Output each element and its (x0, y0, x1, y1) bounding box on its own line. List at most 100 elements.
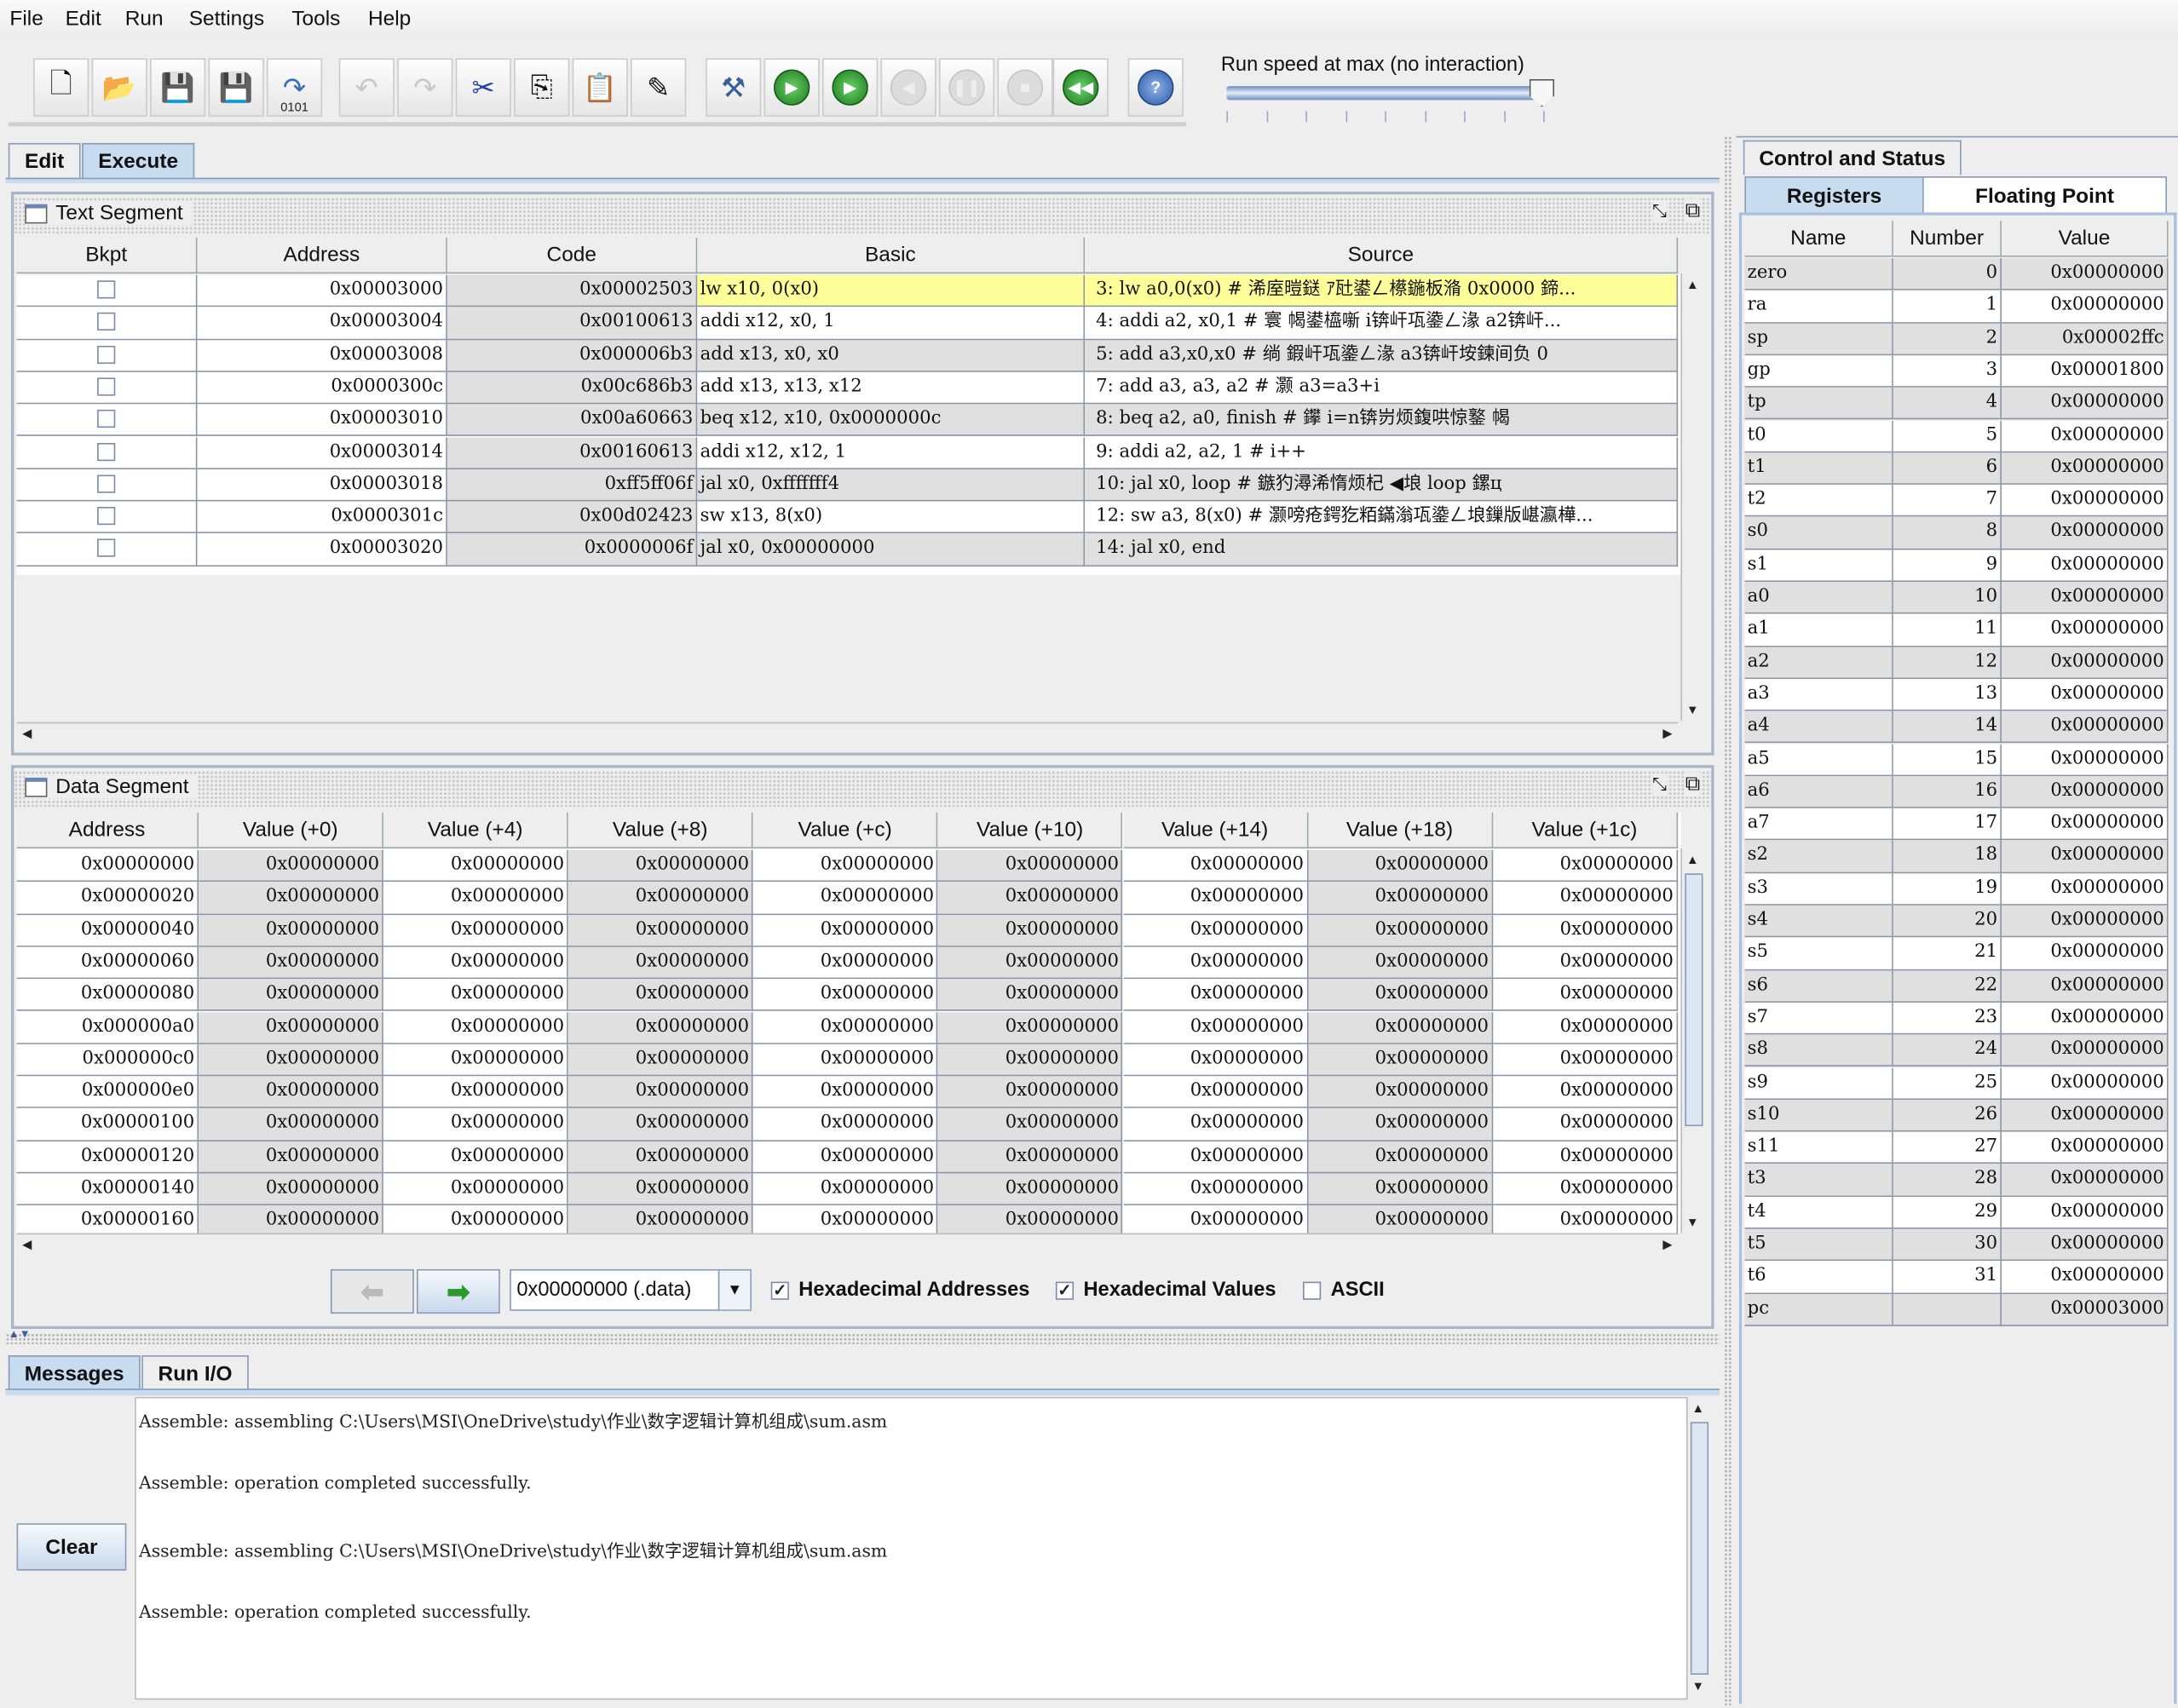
slider-thumb[interactable] (1529, 78, 1555, 107)
scroll-right-icon[interactable]: ▶ (1662, 1237, 1672, 1252)
value-cell[interactable]: 0x00000000 (383, 1076, 569, 1109)
value-cell[interactable]: 0x00000000 (752, 849, 938, 883)
register-value[interactable]: 0x00000000 (2001, 582, 2169, 614)
value-cell[interactable]: 0x00000000 (1492, 1076, 1678, 1109)
value-cell[interactable]: 0x00000000 (752, 979, 938, 1012)
value-cell[interactable]: 0x00000000 (752, 946, 938, 980)
value-cell[interactable]: 0x00000000 (568, 882, 753, 915)
value-cell[interactable]: 0x00000000 (1492, 1044, 1678, 1077)
value-cell[interactable]: 0x00000000 (1122, 1076, 1308, 1109)
value-cell[interactable]: 0x00000000 (383, 1011, 569, 1044)
table-row[interactable]: 0x0000301c 0x00d02423 sw x13, 8(x0) 12: sw … (16, 501, 1679, 534)
scroll-left-icon[interactable]: ◀ (22, 1237, 32, 1252)
value-cell[interactable]: 0x00000000 (937, 979, 1123, 1012)
scroll-down-icon[interactable]: ▼ (1686, 703, 1699, 716)
value-cell[interactable]: 0x00000000 (1307, 849, 1493, 883)
value-cell[interactable]: 0x00000000 (752, 1076, 938, 1109)
value-cell[interactable]: 0x00000000 (937, 914, 1123, 947)
value-cell[interactable]: 0x00000000 (752, 1205, 938, 1234)
value-cell[interactable]: 0x00000000 (937, 882, 1123, 915)
register-value[interactable]: 0x00000000 (2001, 452, 2169, 486)
scroll-thumb[interactable] (1685, 873, 1703, 1127)
value-cell[interactable]: 0x00000000 (1492, 979, 1678, 1012)
breakpoint-checkbox[interactable] (97, 313, 116, 331)
value-cell[interactable]: 0x00000000 (1122, 1044, 1308, 1077)
register-value[interactable]: 0x00000000 (2001, 710, 2169, 744)
minimize-icon[interactable]: ⤡ (1652, 773, 1668, 796)
find-replace-button[interactable]: ✎ (631, 58, 687, 117)
breakpoint-checkbox[interactable] (97, 410, 116, 428)
value-cell[interactable]: 0x00000000 (199, 1205, 384, 1234)
run-button[interactable]: ▶ (763, 58, 820, 117)
register-value[interactable]: 0x00001800 (2001, 355, 2169, 388)
value-cell[interactable]: 0x00000000 (1307, 882, 1493, 915)
value-cell[interactable]: 0x00000000 (199, 914, 384, 947)
register-value[interactable]: 0x00000000 (2001, 969, 2169, 1003)
scroll-up-icon[interactable]: ▲ (1686, 278, 1699, 291)
value-cell[interactable]: 0x00000000 (383, 1108, 569, 1142)
maximize-icon[interactable]: ⧉ (1685, 198, 1701, 222)
register-value[interactable]: 0x00000000 (2001, 613, 2169, 647)
value-cell[interactable]: 0x00000000 (1122, 1011, 1308, 1044)
register-value[interactable]: 0x00000000 (2001, 1228, 2169, 1262)
value-cell[interactable]: 0x00000000 (1122, 849, 1308, 883)
run-speed-slider[interactable] (1226, 78, 1555, 107)
data-horizontal-scrollbar[interactable]: ◀ ▶ (16, 1233, 1679, 1257)
ascii-checkbox[interactable]: ASCII (1303, 1279, 1385, 1301)
text-horizontal-scrollbar[interactable]: ◀ ▶ (16, 722, 1679, 746)
value-cell[interactable]: 0x00000000 (383, 1141, 569, 1174)
tab-execute[interactable]: Execute (82, 142, 195, 178)
value-cell[interactable]: 0x00000000 (1307, 946, 1493, 980)
value-cell[interactable]: 0x00000000 (937, 1076, 1123, 1109)
tab-edit[interactable]: Edit (8, 142, 81, 178)
value-cell[interactable]: 0x00000000 (1492, 882, 1678, 915)
table-row[interactable]: 0x00003014 0x00160613 addi x12, x12, 1 9: a… (16, 436, 1679, 469)
value-cell[interactable]: 0x00000000 (383, 946, 569, 980)
register-value[interactable]: 0x00000000 (2001, 258, 2169, 291)
register-value[interactable]: 0x00000000 (2001, 905, 2169, 938)
undo-button[interactable]: ↶ (338, 58, 395, 117)
menu-help[interactable]: Help (368, 7, 411, 31)
value-cell[interactable]: 0x00000000 (568, 914, 753, 947)
scroll-right-icon[interactable]: ▶ (1662, 727, 1672, 742)
value-cell[interactable]: 0x00000000 (383, 979, 569, 1012)
register-value[interactable]: 0x00000000 (2001, 937, 2169, 970)
value-cell[interactable]: 0x00000000 (568, 1205, 753, 1234)
tab-run-io[interactable]: Run I/O (141, 1354, 249, 1390)
value-cell[interactable]: 0x00000000 (568, 1108, 753, 1142)
redo-button[interactable]: ↷ (397, 58, 453, 117)
value-cell[interactable]: 0x00000000 (383, 849, 569, 883)
value-cell[interactable]: 0x00000000 (568, 1044, 753, 1077)
value-cell[interactable]: 0x00000000 (937, 1108, 1123, 1142)
value-cell[interactable]: 0x00000000 (199, 1173, 384, 1206)
tab-control-and-status[interactable]: Control and Status (1743, 140, 1962, 175)
value-cell[interactable]: 0x00000000 (568, 1011, 753, 1044)
register-value[interactable]: 0x00000000 (2001, 1131, 2169, 1165)
assemble-button[interactable]: ⚒ (706, 58, 762, 117)
scroll-thumb[interactable] (1690, 1422, 1709, 1675)
hex-addresses-checkbox[interactable]: ✓ Hexadecimal Addresses (770, 1279, 1029, 1301)
value-cell[interactable]: 0x00000000 (383, 914, 569, 947)
breakpoint-checkbox[interactable] (97, 474, 116, 493)
chevron-down-icon[interactable]: ▼ (717, 1270, 751, 1310)
value-cell[interactable]: 0x00000000 (937, 1141, 1123, 1174)
value-cell[interactable]: 0x00000000 (1307, 1141, 1493, 1174)
register-value[interactable]: 0x00000000 (2001, 420, 2169, 453)
scroll-left-icon[interactable]: ◀ (22, 727, 32, 742)
value-cell[interactable]: 0x00000000 (199, 1108, 384, 1142)
paste-button[interactable]: 📋 (572, 58, 628, 117)
register-value[interactable]: 0x00000000 (2001, 775, 2169, 808)
value-cell[interactable]: 0x00000000 (1122, 1141, 1308, 1174)
table-row[interactable]: 0x00003010 0x00a60663 beq x12, x10, 0x0000… (16, 404, 1679, 437)
breakpoint-checkbox[interactable] (97, 345, 116, 364)
value-cell[interactable]: 0x00000000 (937, 1044, 1123, 1077)
minimize-icon[interactable]: ⤡ (1652, 199, 1668, 222)
value-cell[interactable]: 0x00000000 (752, 1141, 938, 1174)
table-row[interactable]: 0x00003004 0x00100613 addi x12, x0, 1 4: ad… (16, 307, 1679, 340)
value-cell[interactable]: 0x00000000 (568, 979, 753, 1012)
stop-button[interactable]: ■ (997, 58, 1053, 117)
register-value[interactable]: 0x00000000 (2001, 1002, 2169, 1035)
value-cell[interactable]: 0x00000000 (199, 849, 384, 883)
register-value[interactable]: 0x00000000 (2001, 1196, 2169, 1229)
breakpoint-checkbox[interactable] (97, 442, 116, 461)
